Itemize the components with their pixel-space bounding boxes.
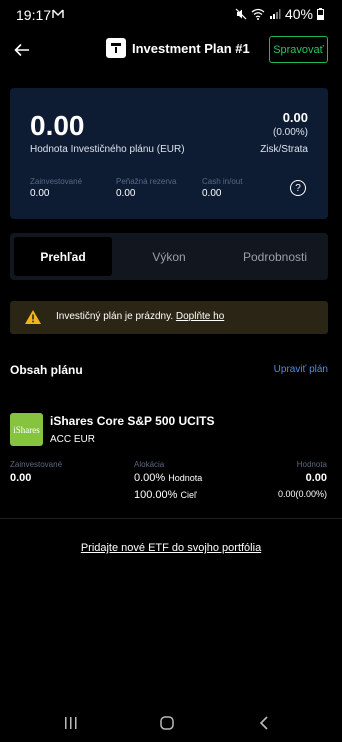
empty-plan-notice: Investičný plán je prázdny. Doplňte ho xyxy=(10,301,328,334)
profit-loss-value: 0.00 xyxy=(282,110,308,125)
status-bar: 19:17 40% xyxy=(0,0,342,30)
tab-details[interactable]: Podrobnosti xyxy=(226,237,324,276)
plan-value: 0.00 xyxy=(30,110,85,141)
status-time: 19:17 xyxy=(16,7,52,23)
allocation-current-value: 0.00% xyxy=(134,472,166,484)
plan-contents-title: Obsah plánu xyxy=(10,363,83,377)
battery-icon xyxy=(317,8,324,20)
tab-bar: Prehľad Výkon Podrobnosti xyxy=(10,233,328,280)
etf-value: 0.00 xyxy=(305,472,327,484)
help-icon[interactable]: ? xyxy=(290,180,306,196)
notice-text: Investičný plán je prázdny. xyxy=(56,311,174,322)
plan-value-label: Hodnota Investičného plánu (EUR) xyxy=(30,144,185,155)
allocation-current-label: Hodnota xyxy=(168,473,203,483)
stat-value: 0.00 xyxy=(202,188,222,199)
etf-allocation-current: 0.00% Hodnota xyxy=(134,472,202,484)
back-nav-icon[interactable] xyxy=(258,716,270,730)
etf-allocation-label: Alokácia xyxy=(134,460,165,469)
plan-value-card: 0.00 Hodnota Investičného plánu (EUR) 0.… xyxy=(10,88,328,219)
etf-value-label: Hodnota xyxy=(296,460,327,469)
stat-label: Cash in/out xyxy=(202,177,243,186)
etf-invested-value: 0.00 xyxy=(10,472,32,484)
wifi-icon xyxy=(251,8,265,20)
system-nav-bar xyxy=(0,702,342,742)
back-button[interactable] xyxy=(8,36,36,64)
edit-plan-link[interactable]: Upraviť plán xyxy=(274,364,328,375)
gmail-icon xyxy=(52,9,64,18)
fill-plan-link[interactable]: Doplňte ho xyxy=(176,311,224,322)
profit-loss-percent: (0.00%) xyxy=(272,127,308,138)
allocation-target-label: Cieľ xyxy=(180,490,197,500)
stat-value: 0.00 xyxy=(30,188,50,199)
tab-performance[interactable]: Výkon xyxy=(120,237,218,276)
back-arrow-icon xyxy=(14,43,29,57)
stat-cash-reserve: Peňažná rezerva 0.00 xyxy=(116,177,176,199)
stat-invested: Zainvestované 0.00 xyxy=(30,177,82,199)
ishares-logo: iShares xyxy=(10,413,43,446)
stat-value: 0.00 xyxy=(116,188,136,199)
divider xyxy=(0,518,342,519)
notice-text-wrap: Investičný plán je prázdny. Doplňte ho xyxy=(56,311,224,322)
tab-overview[interactable]: Prehľad xyxy=(14,237,112,276)
manage-button[interactable]: Spravovať xyxy=(269,36,328,63)
top-bar: Investment Plan #1 Spravovať xyxy=(0,34,342,66)
status-icons: 40% xyxy=(235,6,324,22)
plan-logo-icon xyxy=(106,38,126,58)
etf-invested-label: Zainvestované xyxy=(10,460,63,469)
warning-icon xyxy=(25,310,41,324)
etf-name[interactable]: iShares Core S&P 500 UCITS xyxy=(50,414,215,428)
etf-share-class: ACC EUR xyxy=(50,434,96,445)
mute-icon xyxy=(235,8,247,20)
signal-icon xyxy=(269,9,281,19)
stat-label: Peňažná rezerva xyxy=(116,177,177,186)
recent-apps-icon[interactable] xyxy=(64,716,78,730)
page-title: Investment Plan #1 xyxy=(132,40,250,56)
profit-loss-label: Zisk/Strata xyxy=(260,144,308,155)
stat-label: Zainvestované xyxy=(30,177,83,186)
etf-value-change: 0.00(0.00%) xyxy=(277,489,327,499)
allocation-target-value: 100.00% xyxy=(134,489,178,501)
title-wrap: Investment Plan #1 xyxy=(106,38,250,58)
etf-allocation-target: 100.00% Cieľ xyxy=(134,489,197,501)
stat-cash-in-out: Cash in/out 0.00 xyxy=(202,177,242,199)
home-icon[interactable] xyxy=(160,716,174,730)
battery-percent: 40% xyxy=(284,6,313,22)
add-etf-link[interactable]: Pridajte nové ETF do svojho portfólia xyxy=(0,542,342,554)
